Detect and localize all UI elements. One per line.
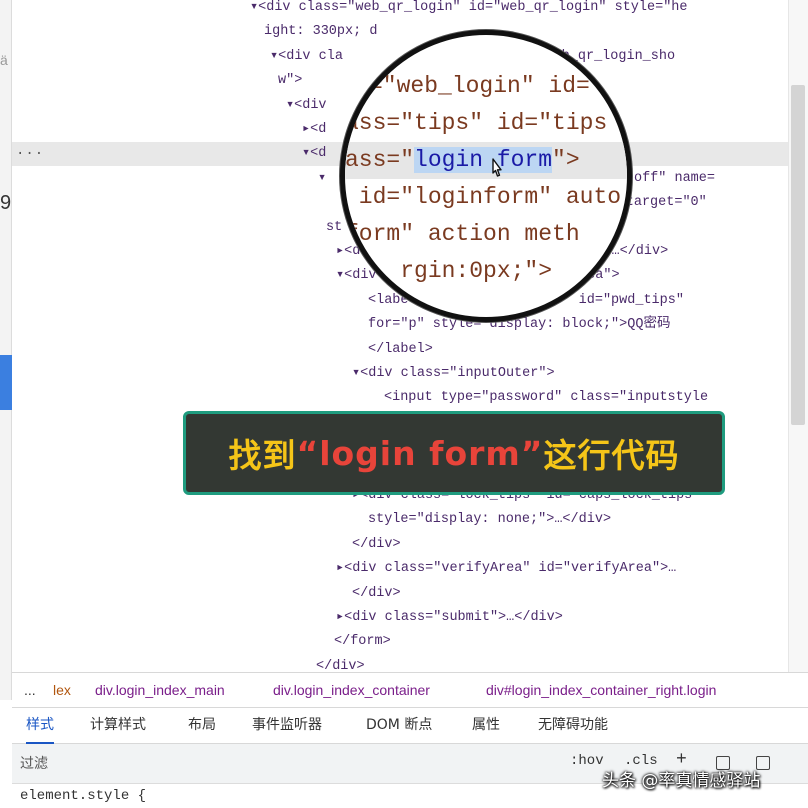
tab-dom-breakpoints[interactable]: DOM 断点 [366,708,432,744]
magnified-code-line: id="loginform" auto [345,179,627,216]
more-options-dots[interactable]: ··· [16,146,44,162]
magnified-text: ass="tips" id="tips [345,110,608,136]
dom-node-line[interactable]: ight: 330px; d [12,20,788,44]
tab-computed[interactable]: 计算样式 [90,708,146,744]
dom-node-text: </form> [334,634,391,650]
left-strip-glyph: ä [0,52,8,68]
dom-node-text: </div> [352,585,401,601]
page-left-strip: ä 9 [0,0,12,700]
dom-node-text: for="p" style="display: block;">QQ密码 [368,317,671,333]
mouse-cursor-icon [492,158,502,177]
dom-node-text: ▸<div class="verifyArea" id="verifyArea"… [336,561,677,577]
dom-node-line[interactable]: </label> [12,338,788,362]
dom-node-line[interactable]: for="p" style="display: block;">QQ密码 [12,313,788,337]
breadcrumb-item-container-right[interactable]: div#login_index_container_right.login [486,673,716,707]
scrollbar-thumb[interactable] [791,85,805,425]
left-strip-digit: 9 [0,192,12,214]
tab-accessibility[interactable]: 无障碍功能 [538,708,608,744]
breadcrumb-ellipsis[interactable]: ... [24,673,36,707]
dom-node-text: ight: 330px; d [264,24,378,40]
dom-breadcrumb: ... lex div.login_index_main div.login_i… [12,672,808,708]
magnifier-circle: rgin:0px;"> form" action meth id="loginfo… [340,30,632,322]
magnified-text: id="loginform" auto [345,184,622,210]
dom-node-line[interactable]: <input type="password" class="inputstyle [12,386,788,410]
dom-node-text: ▾<div class="inputOuter"> [352,366,555,381]
tab-layout[interactable]: 布局 [188,708,216,744]
dom-node-text: </label> [368,341,433,357]
dom-node-text: style="display: none;">…</div> [368,512,612,528]
breadcrumb-item-lex[interactable]: lex [53,673,71,707]
dom-node-line[interactable]: </form> [12,630,788,654]
element-style-rule: element.style { [20,788,147,804]
magnified-text: form" action meth [345,221,580,247]
highlighted-login-form: login form [414,147,553,173]
dom-node-text: st [326,219,343,235]
dom-node-line[interactable]: ▸<div class="submit">…</div> [12,606,788,630]
dom-node-line[interactable]: ▸<div class="verifyArea" id="verifyArea"… [12,557,788,581]
magnified-attr-end: "> [552,147,580,173]
dom-node-line[interactable]: ▾<div class="inputOuter"> [12,362,788,386]
tab-event-listeners[interactable]: 事件监听器 [252,708,322,744]
magnified-text: rgin:0px;"> [345,258,553,284]
dom-node-line[interactable]: </div> [12,655,788,672]
tab-styles[interactable]: 样式 [26,708,54,744]
elements-scrollbar[interactable] [788,0,808,672]
breadcrumb-item-login-index-main[interactable]: div.login_index_main [95,673,225,707]
styles-tab-bar: 样式 计算样式 布局 事件监听器 DOM 断点 属性 无障碍功能 [12,708,808,744]
caption-part-2: “login form” [296,433,544,473]
dom-node-text: ▸<div class="submit">…</div> [336,610,563,625]
dom-node-line[interactable]: ▾<div class="web_qr_login" id="web_qr_lo… [12,0,788,20]
dom-node-text: <input type="password" class="inputstyle [384,390,709,406]
dom-node-line[interactable]: </div> [12,533,788,557]
caption-part-3: 这行代码 [543,436,680,475]
dom-node-line[interactable]: </div> [12,582,788,606]
magnified-code-line: ="web_login" id=" [345,68,627,105]
breadcrumb-item-login-index-container[interactable]: div.login_index_container [273,673,430,707]
hover-state-toggle[interactable]: :hov [570,753,604,769]
tab-properties[interactable]: 属性 [472,708,500,744]
magnified-code-line: rgin:0px;"> [345,253,627,290]
styles-filter-input[interactable] [20,752,520,776]
magnified-text: ="web_login" id=" [369,73,604,99]
magnified-code-line: form" action meth [345,216,627,253]
watermark: 头条 @率真情感驿站 [602,771,761,791]
dom-node-text: ▾<div class="web_qr_login" id="web_qr_lo… [250,0,688,15]
dom-node-text: </div> [352,536,401,552]
magnified-attr: ass=" [345,147,415,173]
caption-part-1: 找到 [228,436,297,475]
video-caption: 找到 “login form” 这行代码 [183,411,725,495]
dom-node-line[interactable]: style="display: none;">…</div> [12,508,788,532]
dom-node-text: w"> [278,73,303,89]
magnified-code-line: ass="tips" id="tips [345,105,627,142]
dom-node-text: </div> [316,658,365,672]
left-strip-blue-tab [0,355,12,410]
